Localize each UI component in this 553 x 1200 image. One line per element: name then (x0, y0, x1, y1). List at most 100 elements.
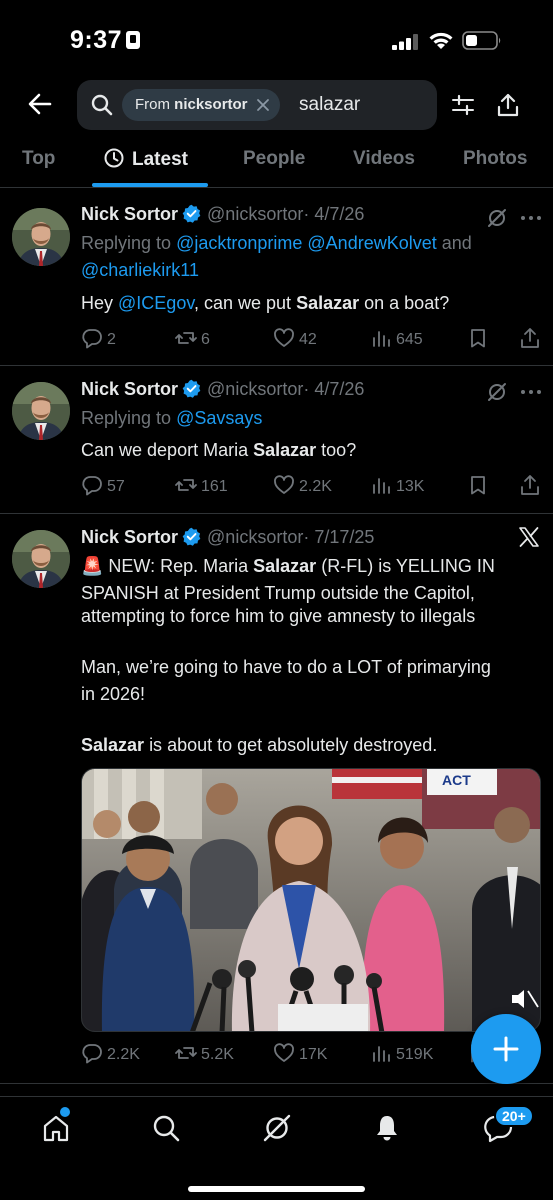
like-button[interactable]: 17K (273, 1042, 327, 1066)
bookmark-button[interactable] (467, 474, 493, 498)
tweet-header: Nick Sortor @nicksortor· 4/7/26 (81, 204, 364, 225)
tab-latest-label: Latest (132, 149, 188, 170)
tweet-text: Can we deport Maria Salazar too? (81, 440, 357, 460)
tweet-text-line: in 2026! (81, 684, 146, 704)
tweet-date: · 4/7/26 (303, 204, 365, 224)
mention-link[interactable]: @ICEgov (118, 293, 194, 313)
verified-badge-icon (182, 527, 201, 546)
tweet-video[interactable]: ACT (81, 768, 541, 1032)
author-name[interactable]: Nick Sortor (81, 379, 178, 399)
heart-icon (274, 328, 294, 347)
home-notification-dot (60, 1107, 70, 1117)
tab-latest[interactable]: Latest (104, 148, 188, 171)
mention-link[interactable]: @AndrewKolvet (307, 233, 436, 253)
views-chart-icon (373, 1046, 390, 1062)
reply-button[interactable]: 2.2K (81, 1042, 140, 1066)
status-bar: 9:37 (0, 0, 553, 80)
search-input[interactable]: From nicksortor salazar (77, 80, 437, 130)
avatar[interactable] (12, 530, 70, 588)
tweet-card[interactable]: Nick Sortor @nicksortor· 7/17/25 🚨 NEW: R… (0, 514, 553, 1084)
author-name[interactable]: Nick Sortor (81, 527, 178, 547)
grok-icon[interactable] (487, 208, 507, 228)
tweet-text-line: Salazar is about to get absolutely destr… (81, 735, 438, 755)
active-tab-indicator (92, 183, 208, 187)
like-button[interactable]: 42 (273, 327, 317, 351)
search-query[interactable]: salazar (299, 94, 360, 116)
tab-videos[interactable]: Videos (353, 148, 415, 170)
protest-sign-text: ACT (442, 772, 471, 788)
tweet-date: · 4/7/26 (303, 379, 365, 399)
mention-link[interactable]: @charliekirk11 (81, 260, 199, 280)
search-icon (91, 94, 113, 116)
avatar[interactable] (12, 382, 70, 440)
tweet-text: Hey @ICEgov, can we put Salazar on a boa… (81, 293, 450, 313)
share-tweet-button[interactable] (519, 327, 545, 351)
tweet-actions: 57 161 2.2K 13K (81, 474, 541, 498)
mention-link[interactable]: @Savsays (176, 408, 262, 428)
video-frame: ACT (82, 769, 540, 1031)
tweet-card[interactable]: Nick Sortor @nicksortor· 4/7/26 Replying … (0, 190, 553, 366)
author-name[interactable]: Nick Sortor (81, 204, 178, 224)
bottom-navigation: 20+ (0, 1096, 553, 1200)
views-chart-icon (373, 331, 390, 347)
verified-badge-icon (182, 204, 201, 223)
back-arrow-icon[interactable] (26, 90, 54, 118)
tweet-date: · 7/17/25 (303, 527, 375, 547)
bell-icon[interactable] (372, 1113, 402, 1143)
bookmark-icon (471, 329, 485, 348)
mention-link[interactable]: @jacktronprime (176, 233, 302, 253)
wifi-icon (429, 32, 453, 49)
search-icon[interactable] (151, 1113, 181, 1143)
plus-icon (493, 1036, 519, 1062)
repost-button[interactable]: 161 (175, 474, 228, 498)
repost-button[interactable]: 5.2K (175, 1042, 234, 1066)
tweet-text-line: attempting to force him to give amnesty … (81, 606, 476, 626)
share-icon (521, 475, 539, 495)
views-button[interactable]: 519K (370, 1042, 433, 1066)
tab-people[interactable]: People (243, 148, 305, 170)
avatar[interactable] (12, 208, 70, 266)
tab-top[interactable]: Top (22, 148, 55, 170)
reply-button[interactable]: 57 (81, 474, 125, 498)
tweet-text-line: 🚨 NEW: Rep. Maria Salazar (R-FL) is YELL… (81, 556, 495, 576)
heart-icon (274, 1043, 294, 1062)
chip-user: nicksortor (174, 96, 248, 113)
cellular-signal-icon (392, 34, 418, 50)
repost-icon (175, 479, 197, 491)
like-button[interactable]: 2.2K (273, 474, 332, 498)
repost-button[interactable]: 6 (175, 327, 210, 351)
filter-sliders-icon[interactable] (451, 93, 475, 117)
clock-icon (104, 148, 124, 168)
status-time: 9:37 (70, 26, 141, 55)
bookmark-button[interactable] (467, 327, 493, 351)
repost-icon (175, 332, 197, 344)
verified-badge-icon (182, 379, 201, 398)
author-handle: @nicksortor (207, 379, 304, 399)
more-options-icon[interactable] (520, 215, 542, 221)
reply-button[interactable]: 2 (81, 327, 116, 351)
replying-to: Replying to @Savsays (81, 408, 263, 428)
views-button[interactable]: 13K (370, 474, 424, 498)
share-tweet-button[interactable] (519, 474, 545, 498)
views-button[interactable]: 645 (370, 327, 423, 351)
tweet-card[interactable]: Nick Sortor @nicksortor· 4/7/26 Replying … (0, 366, 553, 514)
messages-badge: 20+ (494, 1105, 534, 1127)
compose-button[interactable] (471, 1014, 541, 1084)
tab-photos[interactable]: Photos (463, 148, 527, 170)
close-icon[interactable] (256, 98, 270, 112)
grok-icon[interactable] (262, 1113, 292, 1143)
bookmark-icon (471, 476, 485, 495)
more-options-icon[interactable] (520, 389, 542, 395)
home-icon[interactable] (41, 1113, 71, 1143)
chip-prefix: From (135, 96, 170, 113)
from-user-chip[interactable]: From nicksortor (122, 89, 280, 121)
heart-icon (274, 475, 294, 494)
search-tabs: Top Latest People Videos Photos (0, 138, 553, 188)
grok-icon[interactable] (487, 382, 507, 402)
id-card-icon (126, 31, 141, 49)
reply-icon (82, 329, 102, 349)
share-icon[interactable] (496, 92, 520, 118)
author-handle: @nicksortor (207, 204, 304, 224)
views-chart-icon (373, 478, 390, 494)
tweet-actions: 2 6 42 645 (81, 327, 541, 351)
